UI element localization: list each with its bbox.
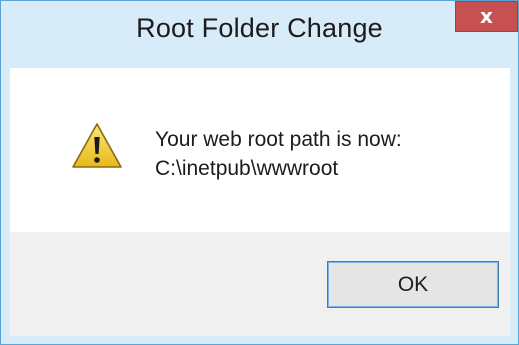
close-button[interactable]: x	[455, 1, 518, 32]
warning-icon	[72, 123, 122, 168]
message-text: Your web root path is now: C:\inetpub\ww…	[155, 125, 402, 183]
ok-button[interactable]: OK	[327, 261, 499, 308]
title-bar[interactable]: Root Folder Change x	[1, 1, 518, 68]
dialog-window: Root Folder Change x Your web root path …	[0, 0, 519, 345]
message-path: C:\inetpub\wwwroot	[155, 157, 339, 180]
window-title: Root Folder Change	[136, 13, 383, 43]
dialog-client-area: Your web root path is now: C:\inetpub\ww…	[10, 68, 510, 336]
close-icon: x	[480, 4, 493, 28]
message-panel: Your web root path is now: C:\inetpub\ww…	[10, 68, 510, 232]
button-bar: OK	[10, 232, 510, 336]
message-line-1: Your web root path is now:	[155, 128, 402, 151]
